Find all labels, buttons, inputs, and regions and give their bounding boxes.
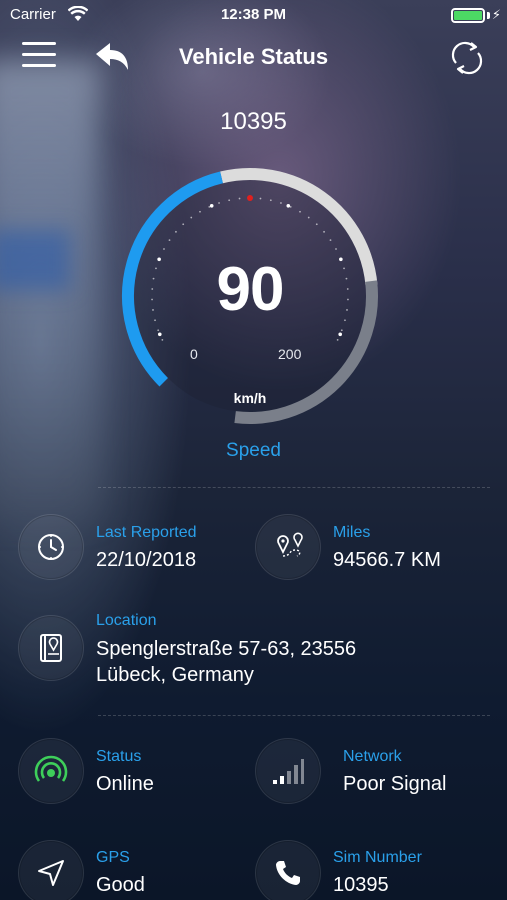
status-icon-button (18, 738, 84, 804)
online-signal-icon (34, 755, 68, 782)
address-book-icon (40, 634, 62, 662)
refresh-icon (451, 41, 483, 75)
vehicle-id: 10395 (220, 108, 287, 135)
battery-icon (451, 8, 485, 23)
last-reported-icon-button (18, 514, 84, 580)
network-label: Network (343, 748, 402, 765)
refresh-button[interactable] (447, 38, 487, 83)
speed-min-label: 0 (190, 346, 198, 362)
charging-icon: ⚡ (491, 7, 501, 22)
gauge-tick-dot (269, 199, 272, 202)
gauge-tick-dot (157, 329, 160, 332)
location-icon-button (18, 615, 84, 681)
gauge-tick-dot (315, 223, 318, 226)
miles-icon-button (255, 514, 321, 580)
network-icon-button (255, 738, 321, 804)
speed-unit: km/h (233, 390, 267, 406)
gauge-tick-dot (299, 210, 301, 213)
status-bar: Carrier 12:38 PM ⚡ (0, 0, 507, 30)
gauge-tick-dot (190, 216, 193, 219)
gauge-tick-dot (182, 223, 185, 226)
miles-value: 94566.7 KM (333, 549, 441, 571)
location-line-1: Spenglerstraße 57-63, 23556 (96, 638, 357, 660)
phone-icon (276, 861, 300, 885)
divider (98, 487, 490, 488)
location-line-2: Lübeck, Germany (96, 664, 254, 686)
gauge-tick-dot (175, 230, 177, 233)
nav-bar: Vehicle Status (0, 34, 507, 82)
gauge-tick-dot (336, 338, 339, 341)
page-title: Vehicle Status (178, 44, 329, 69)
divider (98, 715, 490, 716)
navigation-arrow-icon (38, 860, 64, 886)
speedometer: 90 0 200 km/h (120, 166, 380, 426)
background-truck-stripe (0, 230, 70, 290)
sim-number-label: Sim Number (333, 849, 422, 866)
status-value: Online (96, 773, 154, 795)
location-label: Location (96, 612, 157, 629)
gauge-major-tick (286, 203, 291, 208)
gauge-tick-dot (163, 248, 165, 250)
gauge-tick-dot (238, 197, 241, 200)
gauge-tick-dot (289, 205, 292, 208)
speed-value: 90 (216, 255, 285, 324)
gauge-tick-dot (208, 205, 211, 208)
gauge-major-tick (338, 332, 343, 337)
gauge-tick-dot (323, 230, 325, 233)
status-time: 12:38 PM (220, 6, 287, 23)
miles-label: Miles (333, 524, 371, 541)
network-value: Poor Signal (343, 773, 447, 795)
sim-number-value: 10395 (333, 874, 389, 896)
last-reported-value: 22/10/2018 (96, 549, 197, 571)
clock-icon (38, 534, 64, 560)
gauge-tick-dot (199, 210, 201, 213)
gauge-tick-dot (161, 338, 164, 341)
gauge-marker-dot (247, 195, 253, 201)
gauge-tick-dot (340, 329, 343, 332)
gauge-tick-dot (228, 199, 231, 202)
gauge-tick-dot (329, 239, 332, 242)
signal-bars-icon (273, 759, 304, 784)
gauge-major-tick (209, 203, 214, 208)
gauge-tick-dot (168, 239, 171, 242)
gauge-tick-dot (280, 202, 282, 204)
gauge-tick-dot (335, 248, 337, 250)
gps-value: Good (96, 874, 145, 896)
speed-max-label: 200 (278, 346, 302, 362)
battery-tip (487, 12, 490, 19)
speed-caption: Speed (226, 440, 281, 461)
sim-icon-button (255, 840, 321, 900)
gauge-tick-dot (307, 216, 310, 219)
gauge-major-tick (157, 332, 162, 337)
status-label: Status (96, 748, 142, 765)
gauge-tick-dot (218, 202, 220, 204)
route-icon (277, 532, 303, 557)
gps-label: GPS (96, 849, 130, 866)
gauge-tick-dot (259, 197, 262, 200)
last-reported-label: Last Reported (96, 524, 197, 541)
gps-icon-button (18, 840, 84, 900)
